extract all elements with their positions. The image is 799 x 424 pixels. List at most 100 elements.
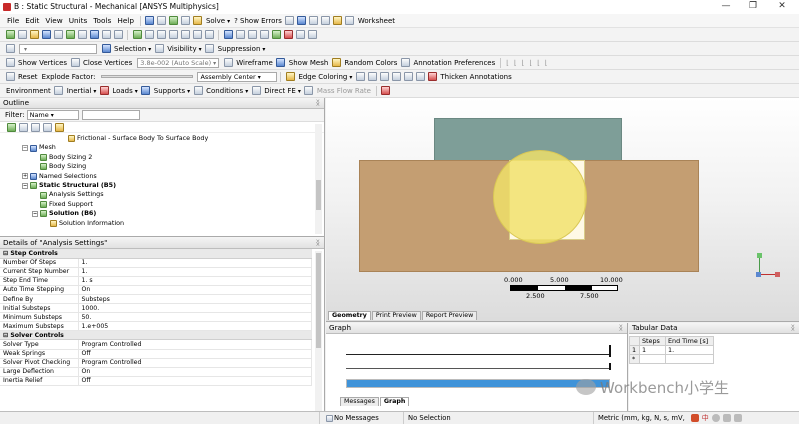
chart-icon[interactable] xyxy=(297,16,307,25)
menu-units[interactable]: Units xyxy=(66,14,91,28)
loads-icon[interactable] xyxy=(99,86,109,95)
edge-coloring-menu[interactable]: Edge Coloring xyxy=(298,73,352,81)
filter-input[interactable] xyxy=(81,110,140,120)
body-select-icon[interactable] xyxy=(65,30,75,39)
menu-file[interactable]: File xyxy=(4,14,22,28)
row-large-deflection[interactable]: Large Deflection On xyxy=(0,367,312,377)
next-view-icon[interactable] xyxy=(235,30,245,39)
show-vertices-button[interactable]: Show Vertices xyxy=(18,59,67,67)
set-view-icon[interactable] xyxy=(259,30,269,39)
loads-menu[interactable]: Loads xyxy=(112,87,137,95)
edge-coloring-icon[interactable] xyxy=(285,72,295,81)
solve-button[interactable]: Solve xyxy=(206,17,230,25)
worksheet-button[interactable]: Worksheet xyxy=(358,17,395,25)
close-vertices-button[interactable]: Close Vertices xyxy=(83,59,132,67)
suppression-menu[interactable]: Suppression xyxy=(218,45,266,53)
triad-icons[interactable]: ⌊⌊⌊⌊⌊⌊ xyxy=(506,59,552,67)
expand-icon[interactable] xyxy=(6,122,16,132)
explode-icon[interactable] xyxy=(5,72,15,81)
reset-button[interactable]: Reset xyxy=(18,73,38,81)
select-mode-icon[interactable] xyxy=(113,30,123,39)
commands-icon[interactable] xyxy=(381,86,391,95)
conditions-menu[interactable]: Conditions xyxy=(206,87,248,95)
row-auto-time-stepping[interactable]: Auto Time Stepping On xyxy=(0,285,312,295)
tree-up-icon[interactable] xyxy=(18,122,28,132)
tab-graph[interactable]: Graph xyxy=(379,397,410,406)
tray-icon[interactable] xyxy=(711,414,720,422)
row-solver-type[interactable]: Solver Type Program Controlled xyxy=(0,339,312,350)
explode-slider[interactable] xyxy=(101,75,194,78)
collapse-icon[interactable]: − xyxy=(22,145,28,152)
tab-report-preview[interactable]: Report Preview xyxy=(421,311,478,320)
edge-select-icon[interactable] xyxy=(41,30,51,39)
row-number-of-steps[interactable]: Number Of Steps 1. xyxy=(0,258,312,268)
random-colors-button[interactable]: Random Colors xyxy=(344,59,397,67)
section-icon[interactable] xyxy=(295,30,305,39)
pan-icon[interactable] xyxy=(156,30,166,39)
tab-print-preview[interactable]: Print Preview xyxy=(371,311,421,320)
tree-node-mesh[interactable]: − Mesh xyxy=(0,143,324,152)
tree-node-solution[interactable]: − Solution (B6) xyxy=(0,209,324,218)
pin-icon[interactable]: ᛝ xyxy=(791,323,795,333)
row-define-by[interactable]: Define By Substeps xyxy=(0,294,312,305)
filter-dropdown[interactable]: Name xyxy=(26,110,79,120)
copy-icon[interactable] xyxy=(157,16,167,25)
tree-node-named-selections[interactable]: + Named Selections xyxy=(0,172,324,181)
row-maximum-substeps[interactable]: Maximum Substeps 1.e+005 xyxy=(0,321,312,332)
contact-circle[interactable] xyxy=(493,150,587,244)
tree-expand-icon[interactable] xyxy=(42,122,52,132)
close-button[interactable]: ✕ xyxy=(770,0,794,14)
pin-icon[interactable]: ᛝ xyxy=(619,323,623,333)
pin-icon[interactable]: ᛝ xyxy=(316,237,320,249)
vertices-icon[interactable] xyxy=(5,58,15,67)
pin-icon[interactable]: ᛝ xyxy=(316,98,320,108)
thicken-icon[interactable] xyxy=(427,72,437,81)
edge-style-3-icon[interactable] xyxy=(379,72,389,81)
ruler-icon[interactable] xyxy=(283,30,293,39)
node-select-icon[interactable] xyxy=(77,30,87,39)
random-colors-icon[interactable] xyxy=(331,58,341,67)
maximize-button[interactable]: ❐ xyxy=(741,0,765,14)
visibility-icon[interactable] xyxy=(154,44,164,53)
status-units[interactable]: Metric (mm, kg, N, s, mV, xyxy=(594,412,685,424)
group-solver-controls[interactable]: ⊟ Solver Controls xyxy=(0,330,312,341)
wireframe-icon[interactable] xyxy=(223,58,233,67)
tree-node-static-structural[interactable]: − Static Structural (B5) xyxy=(0,181,324,190)
scrollbar-thumb[interactable] xyxy=(316,253,321,348)
named-selection-icon[interactable] xyxy=(5,44,15,53)
details-scrollbar[interactable] xyxy=(315,251,322,411)
tree-node-analysis-settings[interactable]: Analysis Settings xyxy=(0,190,324,199)
collapse-icon[interactable]: − xyxy=(22,182,28,189)
suppression-icon[interactable] xyxy=(205,44,215,53)
menu-view[interactable]: View xyxy=(42,14,65,28)
wireframe-button[interactable]: Wireframe xyxy=(236,59,273,67)
ime-mode-icon[interactable]: 中 xyxy=(702,413,709,423)
tab-messages[interactable]: Messages xyxy=(340,397,379,406)
supports-menu[interactable]: Supports xyxy=(154,87,190,95)
status-messages[interactable]: No Messages xyxy=(320,412,404,424)
element-select-icon[interactable] xyxy=(89,30,99,39)
edge-style-icon[interactable] xyxy=(355,72,365,81)
zoom-to-fit-icon[interactable] xyxy=(192,30,202,39)
scrollbar-thumb[interactable] xyxy=(316,180,321,210)
tree-folder-icon[interactable] xyxy=(54,122,64,132)
layout-icon[interactable] xyxy=(307,30,317,39)
direct-fe-icon[interactable] xyxy=(251,86,261,95)
look-at-icon[interactable] xyxy=(271,30,281,39)
show-errors-button[interactable]: ? Show Errors xyxy=(234,17,282,25)
row-solver-pivot-checking[interactable]: Solver Pivot Checking Program Controlled xyxy=(0,358,312,368)
vertex-select-icon[interactable] xyxy=(29,30,39,39)
menu-help[interactable]: Help xyxy=(114,14,137,28)
edge-style-5-icon[interactable] xyxy=(403,72,413,81)
row-step-end-time[interactable]: Step End Time 1. s xyxy=(0,276,312,286)
tabular-new-row[interactable]: * xyxy=(629,354,714,364)
outline-icon[interactable] xyxy=(145,16,155,25)
tree-node-body-sizing[interactable]: Body Sizing xyxy=(0,162,324,171)
thicken-annotations-button[interactable]: Thicken Annotations xyxy=(440,73,511,81)
mesh-icon[interactable] xyxy=(276,58,286,67)
show-mesh-button[interactable]: Show Mesh xyxy=(289,59,329,67)
tray-icon[interactable] xyxy=(733,414,742,422)
menu-tools[interactable]: Tools xyxy=(90,14,114,28)
text-icon[interactable] xyxy=(321,16,331,25)
filter-icon[interactable] xyxy=(5,30,15,39)
